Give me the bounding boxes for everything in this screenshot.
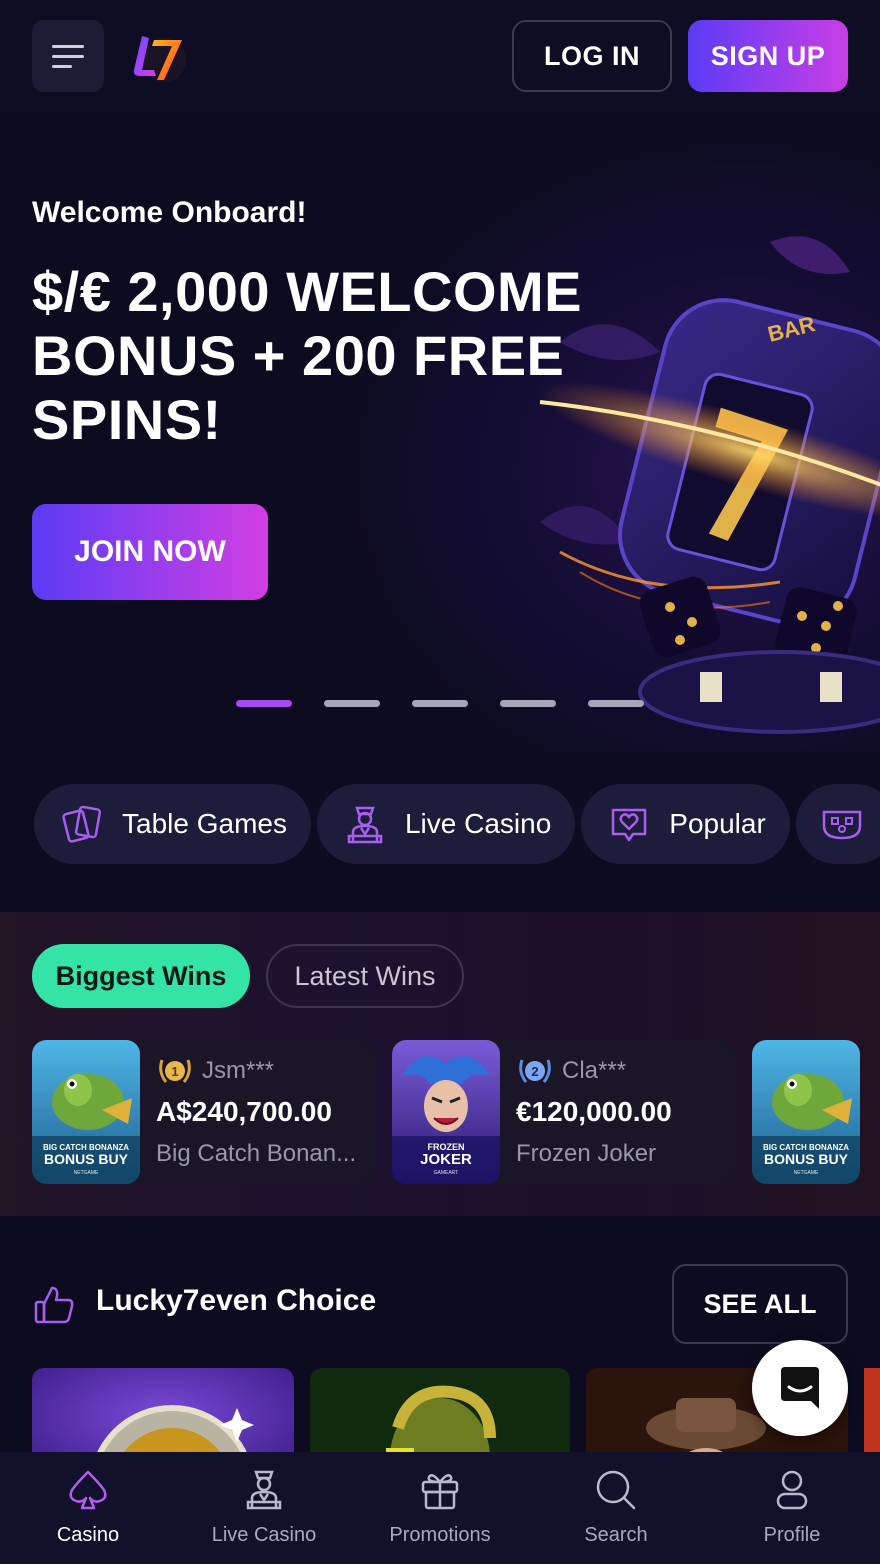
category-live-casino[interactable]: Live Casino — [316, 784, 576, 864]
category-label: Table Games — [122, 808, 287, 839]
category-label: Live Casino — [404, 808, 552, 839]
wins-section: Biggest Wins Latest Wins BIG CATCH BONAN… — [0, 912, 880, 1216]
spade-icon — [69, 1470, 107, 1510]
win-amount: €120,000.00 — [516, 1096, 672, 1127]
thumbs-up-icon — [34, 1286, 74, 1324]
thumb-provider: NETGAME — [794, 1170, 819, 1176]
hero-welcome-text: Welcome Onboard! — [32, 196, 307, 229]
roulette-table-icon — [822, 810, 862, 840]
cards-icon — [62, 805, 102, 843]
dealer-icon — [246, 1470, 282, 1510]
search-icon — [596, 1470, 636, 1510]
carousel-dot-4[interactable] — [500, 700, 556, 707]
nav-label: Search — [584, 1524, 648, 1546]
tab-biggest-wins[interactable]: Biggest Wins — [32, 944, 250, 1008]
top-header: LOG IN SIGN UP — [0, 0, 880, 112]
bottom-navigation: Casino Live Casino Promotions Search Pro… — [0, 1452, 880, 1564]
category-popular[interactable]: Popular — [581, 784, 790, 864]
win-game-name[interactable]: Big Catch Bonan... — [156, 1140, 366, 1168]
gold-laurel-rank-icon: 1 — [159, 1059, 191, 1083]
hero-title: $/€ 2,000 WELCOME BONUS + 200 FREE SPINS… — [32, 260, 583, 451]
lucky7even-logo[interactable] — [124, 24, 190, 90]
game-tile-edge[interactable] — [864, 1368, 880, 1452]
win-user: 1 Jsm*** — [156, 1054, 274, 1088]
tab-latest-wins[interactable]: Latest Wins — [266, 944, 464, 1008]
carousel-dots — [236, 700, 644, 707]
menu-bar — [52, 44, 84, 48]
see-all-button[interactable]: SEE ALL — [672, 1264, 848, 1344]
win-username: Jsm*** — [202, 1057, 275, 1084]
nav-label: Profile — [763, 1524, 821, 1546]
win-amount: A$240,700.00 — [156, 1096, 332, 1127]
silver-laurel-rank-icon: 2 — [519, 1059, 551, 1083]
gift-icon — [421, 1474, 459, 1510]
chat-icon — [781, 1367, 819, 1409]
thumb-provider: GAMEART — [434, 1170, 459, 1176]
signup-button[interactable]: SIGN UP — [688, 20, 848, 92]
nav-search[interactable]: Search — [528, 1452, 704, 1564]
rank-number: 2 — [531, 1064, 538, 1079]
menu-bar — [52, 64, 72, 68]
live-chat-button[interactable] — [752, 1340, 848, 1436]
choice-section-header: Lucky7even Choice SEE ALL — [32, 1264, 848, 1344]
join-now-button[interactable]: JOIN NOW — [32, 504, 268, 600]
thumb-provider: NETGAME — [74, 1170, 99, 1176]
nav-label: Casino — [56, 1524, 120, 1546]
nav-casino[interactable]: Casino — [0, 1452, 176, 1564]
game-thumbnail-frozen-joker[interactable]: FROZEN JOKER GAMEART — [392, 1040, 500, 1184]
rank-number: 1 — [171, 1064, 178, 1079]
carousel-dot-1[interactable] — [236, 700, 292, 707]
nav-label: Live Casino — [211, 1524, 317, 1546]
nav-promotions[interactable]: Promotions — [352, 1452, 528, 1564]
thumb-title: BONUS BUY — [764, 1151, 849, 1167]
game-thumbnail-big-catch[interactable]: BIG CATCH BONANZA BONUS BUY NETGAME — [32, 1040, 140, 1184]
hamburger-menu-button[interactable] — [32, 20, 104, 92]
thumb-title: JOKER — [420, 1151, 472, 1168]
heart-icon — [612, 808, 647, 842]
nav-label: Promotions — [389, 1524, 491, 1546]
login-button[interactable]: LOG IN — [512, 20, 672, 92]
carousel-dot-5[interactable] — [588, 700, 644, 707]
carousel-dot-3[interactable] — [412, 700, 468, 707]
category-table-games[interactable]: Table Games — [34, 784, 311, 864]
win-user: 2 Cla*** — [516, 1054, 626, 1088]
hero-banner[interactable]: BAR Welcome Onboard! $/€ 2,000 WELCOME B… — [0, 112, 880, 752]
win-card[interactable]: BIG CATCH BONANZA BONUS BUY NETGAME — [752, 1040, 860, 1184]
dealer-icon — [347, 806, 383, 844]
win-card[interactable]: BIG CATCH BONANZA BONUS BUY NETGAME 1 Js… — [32, 1040, 376, 1184]
menu-bar — [52, 54, 84, 58]
game-thumbnail-big-catch[interactable]: BIG CATCH BONANZA BONUS BUY NETGAME — [752, 1040, 860, 1184]
win-game-name[interactable]: Frozen Joker — [516, 1140, 726, 1168]
win-username: Cla*** — [562, 1057, 627, 1084]
choice-section-title: Lucky7even Choice — [96, 1284, 377, 1317]
win-card[interactable]: FROZEN JOKER GAMEART 2 Cla*** €120,000.0… — [392, 1040, 736, 1184]
nav-live-casino[interactable]: Live Casino — [176, 1452, 352, 1564]
nav-profile[interactable]: Profile — [704, 1452, 880, 1564]
carousel-dot-2[interactable] — [324, 700, 380, 707]
user-icon — [776, 1470, 808, 1510]
category-chips: Table Games Live Casino Popular — [34, 784, 880, 864]
category-roulette[interactable] — [795, 784, 880, 864]
category-label: Popular — [669, 808, 766, 839]
thumb-title: BONUS BUY — [44, 1151, 129, 1167]
